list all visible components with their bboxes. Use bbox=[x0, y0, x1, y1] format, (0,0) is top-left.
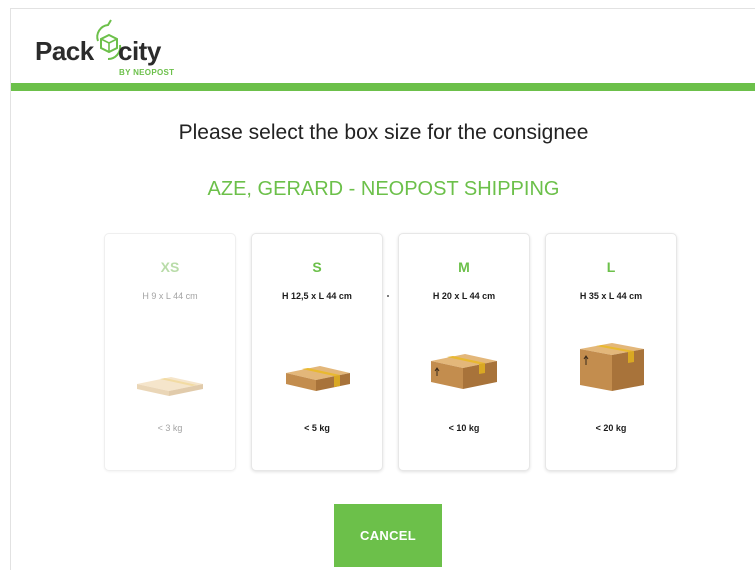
box-size-label: M bbox=[458, 259, 470, 275]
box-weight: < 3 kg bbox=[157, 423, 183, 433]
box-size-label: XS bbox=[160, 259, 180, 275]
box-option-xs: XS H 9 x L 44 cm < 3 kg bbox=[104, 233, 236, 471]
packcity-logo: Pack city BY NEOPOST bbox=[35, 19, 205, 79]
box-weight: < 20 kg bbox=[595, 423, 627, 433]
box-dimensions: H 9 x L 44 cm bbox=[142, 291, 198, 301]
box-dimensions: H 20 x L 44 cm bbox=[432, 291, 496, 301]
box-dimensions: H 35 x L 44 cm bbox=[579, 291, 643, 301]
logo-tagline: BY NEOPOST bbox=[119, 68, 175, 77]
box-option-s[interactable]: S H 12,5 x L 44 cm < 5 kg bbox=[251, 233, 383, 471]
box-weight: < 10 kg bbox=[448, 423, 480, 433]
header-accent-bar bbox=[11, 83, 755, 91]
stray-dot bbox=[387, 295, 389, 297]
app-window: Pack city BY NEOPOST Please select the b… bbox=[10, 8, 755, 570]
page-title: Please select the box size for the consi… bbox=[178, 121, 589, 144]
cancel-button[interactable]: CANCEL bbox=[334, 504, 442, 567]
header: Pack city BY NEOPOST bbox=[11, 9, 755, 83]
consignee-name: AZE, GERARD - NEOPOST SHIPPING bbox=[207, 178, 560, 200]
flat-box-icon bbox=[137, 377, 203, 396]
logo-text-pack: Pack bbox=[35, 36, 94, 66]
logo-text-city: city bbox=[118, 36, 161, 66]
small-box-icon bbox=[286, 366, 350, 391]
box-dimensions: H 12,5 x L 44 cm bbox=[282, 291, 352, 301]
box-size-label: S bbox=[312, 259, 322, 275]
medium-box-icon bbox=[431, 354, 497, 389]
box-weight: < 5 kg bbox=[304, 423, 330, 433]
box-option-m[interactable]: M H 20 x L 44 cm < 10 kg bbox=[398, 233, 530, 471]
box-size-label: L bbox=[606, 259, 616, 275]
large-box-icon bbox=[580, 343, 644, 391]
box-option-l[interactable]: L H 35 x L 44 cm < 20 kg bbox=[545, 233, 677, 471]
